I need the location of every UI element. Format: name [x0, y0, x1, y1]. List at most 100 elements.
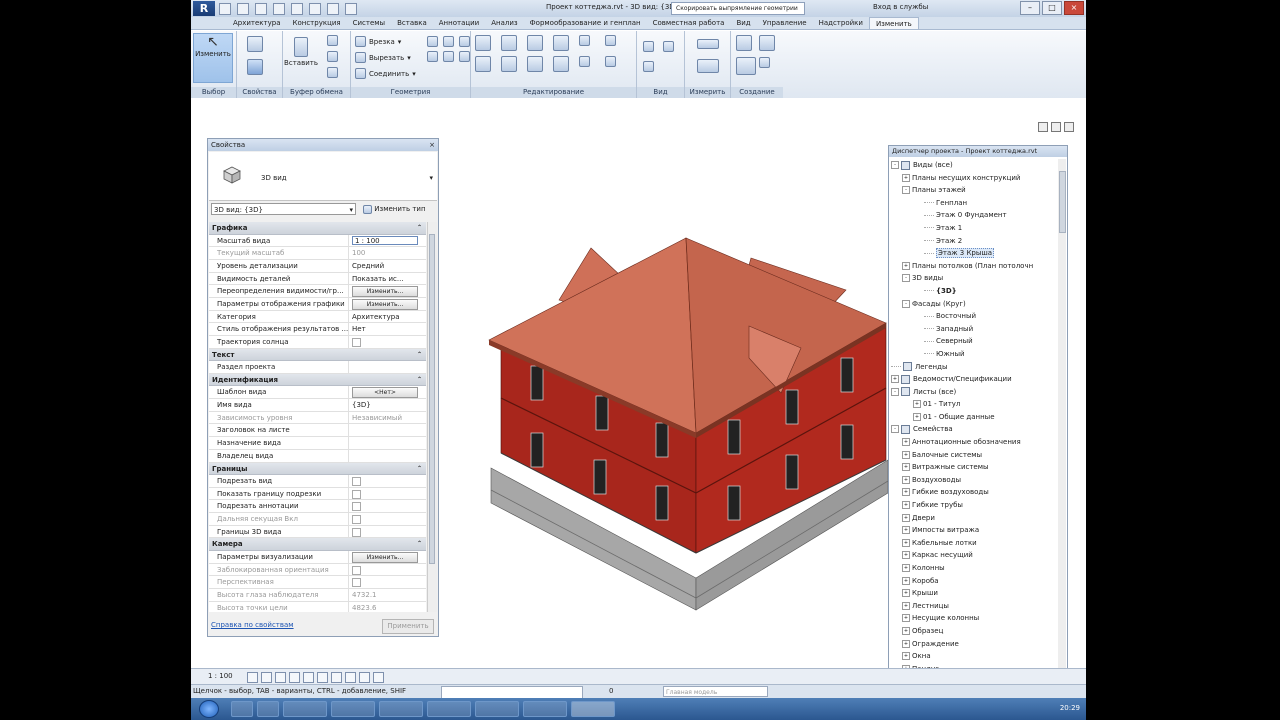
start-button[interactable]: [199, 700, 219, 718]
browser-tree-item[interactable]: + Ограждение: [891, 638, 1056, 651]
house-3d-model[interactable]: [481, 228, 891, 618]
redo-icon[interactable]: [273, 3, 285, 15]
app-logo[interactable]: R: [193, 1, 215, 16]
browser-tree-item[interactable]: + Гибкие воздуховоды: [891, 486, 1056, 499]
property-value[interactable]: Нет: [349, 323, 426, 335]
expand-icon[interactable]: +: [902, 173, 910, 182]
taskbar-app-8[interactable]: [523, 701, 567, 717]
collapse-icon[interactable]: -: [902, 274, 910, 283]
browser-tree-item[interactable]: - Семейства: [891, 423, 1056, 436]
browser-tree-item[interactable]: Западный: [891, 323, 1056, 336]
browser-tree-item[interactable]: + Крыши: [891, 587, 1056, 600]
crop-view-icon[interactable]: [317, 672, 328, 683]
expand-icon[interactable]: +: [902, 538, 910, 547]
view-scale-input[interactable]: 1 : 100: [352, 235, 418, 245]
pin-icon[interactable]: [605, 35, 616, 46]
collapse-icon[interactable]: -: [902, 299, 910, 308]
paint-icon[interactable]: [443, 36, 454, 47]
property-group-header[interactable]: Графика ⌃: [209, 222, 426, 235]
expand-icon[interactable]: +: [902, 601, 910, 610]
create-assembly-icon[interactable]: [759, 35, 775, 53]
tab-manage[interactable]: Управление: [757, 17, 813, 29]
property-group-header[interactable]: Границы ⌃: [209, 462, 426, 476]
property-group-header[interactable]: Текст ⌃: [209, 348, 426, 362]
text-icon[interactable]: [309, 3, 321, 15]
browser-tree-item[interactable]: Этаж 0 Фундамент: [891, 209, 1056, 222]
property-value[interactable]: Архитектура: [349, 311, 426, 323]
split-face-icon[interactable]: [427, 36, 438, 47]
split-icon[interactable]: [579, 35, 590, 46]
join-button[interactable]: Соединить ▾: [355, 68, 416, 79]
dimension-icon[interactable]: [697, 59, 719, 75]
taskbar-app-2[interactable]: [257, 701, 279, 717]
taskbar-app-1[interactable]: [231, 701, 253, 717]
browser-tree-item[interactable]: Южный: [891, 348, 1056, 361]
show-crop-icon[interactable]: [331, 672, 342, 683]
browser-tree-item[interactable]: + Импосты витража: [891, 524, 1056, 537]
properties-scrollbar[interactable]: [427, 222, 437, 612]
save-icon[interactable]: [237, 3, 249, 15]
unjoin-icon[interactable]: [459, 51, 470, 62]
collapse-icon[interactable]: -: [891, 425, 899, 434]
browser-tree-item[interactable]: - Виды (все): [891, 159, 1056, 172]
browser-tree-item[interactable]: + Планы несущих конструкций: [891, 172, 1056, 185]
browser-tree-item[interactable]: Восточный: [891, 310, 1056, 323]
browser-tree-item[interactable]: {3D}: [891, 285, 1056, 298]
property-checkbox[interactable]: [352, 502, 361, 512]
trim-icon[interactable]: [553, 56, 569, 72]
undo-icon[interactable]: [255, 3, 267, 15]
expand-icon[interactable]: +: [902, 463, 910, 472]
create-group-icon[interactable]: [736, 57, 756, 77]
property-group-header[interactable]: Идентификация ⌃: [209, 373, 426, 387]
type-selector[interactable]: 3D вид ▾: [209, 152, 437, 201]
modify-button[interactable]: ↖ Изменить: [193, 33, 233, 83]
property-value[interactable]: [349, 424, 426, 436]
property-checkbox[interactable]: [352, 338, 361, 347]
tab-analyze[interactable]: Анализ: [485, 17, 523, 29]
browser-tree-item[interactable]: + Несущие колонны: [891, 612, 1056, 625]
type-dropdown-icon[interactable]: ▾: [429, 174, 433, 182]
browser-tree-item[interactable]: Северный: [891, 335, 1056, 348]
taskbar-app-5[interactable]: [379, 701, 423, 717]
expand-icon[interactable]: +: [902, 614, 910, 623]
view-scale[interactable]: 1 : 100: [208, 672, 233, 680]
copy-element-icon[interactable]: [501, 56, 517, 72]
taskbar-app-6[interactable]: [427, 701, 471, 717]
expand-icon[interactable]: +: [913, 400, 921, 409]
match-properties-icon[interactable]: [327, 67, 338, 80]
browser-tree-item[interactable]: + Аннотационные обозначения: [891, 436, 1056, 449]
align-icon[interactable]: [475, 35, 491, 51]
browser-tree-item[interactable]: Этаж 2: [891, 235, 1056, 248]
browser-tree-item[interactable]: Легенды: [891, 361, 1056, 374]
property-edit-button[interactable]: Изменить...: [352, 298, 418, 310]
drawing-area[interactable]: Свойства × 3D вид ▾ 3D вид: {3D} ▾ Измен…: [191, 98, 1086, 690]
properties-header[interactable]: Свойства ×: [208, 139, 438, 151]
property-edit-button[interactable]: Изменить...: [352, 551, 418, 563]
delete-icon[interactable]: [605, 56, 616, 67]
3d-view-icon[interactable]: [327, 3, 339, 15]
property-checkbox[interactable]: [352, 477, 361, 486]
collapse-icon[interactable]: ⌃: [417, 463, 422, 476]
browser-scrollbar[interactable]: [1058, 159, 1066, 684]
minimize-icon[interactable]: –: [1020, 1, 1040, 15]
tab-systems[interactable]: Системы: [347, 17, 391, 29]
browser-tree-item[interactable]: + Двери: [891, 512, 1056, 525]
browser-tree-item[interactable]: + Витражные системы: [891, 461, 1056, 474]
collapse-icon[interactable]: -: [891, 161, 899, 169]
property-edit-button[interactable]: <Нет>: [352, 387, 418, 399]
type-properties-icon[interactable]: [247, 36, 263, 54]
view-minimize-icon[interactable]: [1038, 122, 1048, 132]
paste-button[interactable]: Вставить: [283, 33, 319, 83]
detail-level-icon[interactable]: [247, 672, 258, 683]
expand-icon[interactable]: +: [902, 450, 910, 459]
property-value[interactable]: {3D}: [349, 399, 426, 411]
scrollbar-thumb[interactable]: [429, 234, 435, 564]
browser-tree-item[interactable]: + Гибкие трубы: [891, 499, 1056, 512]
tab-annotate[interactable]: Аннотации: [433, 17, 485, 29]
create-similar-icon[interactable]: [736, 35, 752, 53]
browser-header[interactable]: Диспетчер проекта - Проект коттеджа.rvt: [889, 146, 1067, 157]
taskbar-app-7[interactable]: [475, 701, 519, 717]
model-selector[interactable]: Главная модель: [663, 686, 768, 697]
property-group-header[interactable]: Камера ⌃: [209, 538, 426, 551]
expand-icon[interactable]: +: [902, 551, 910, 560]
